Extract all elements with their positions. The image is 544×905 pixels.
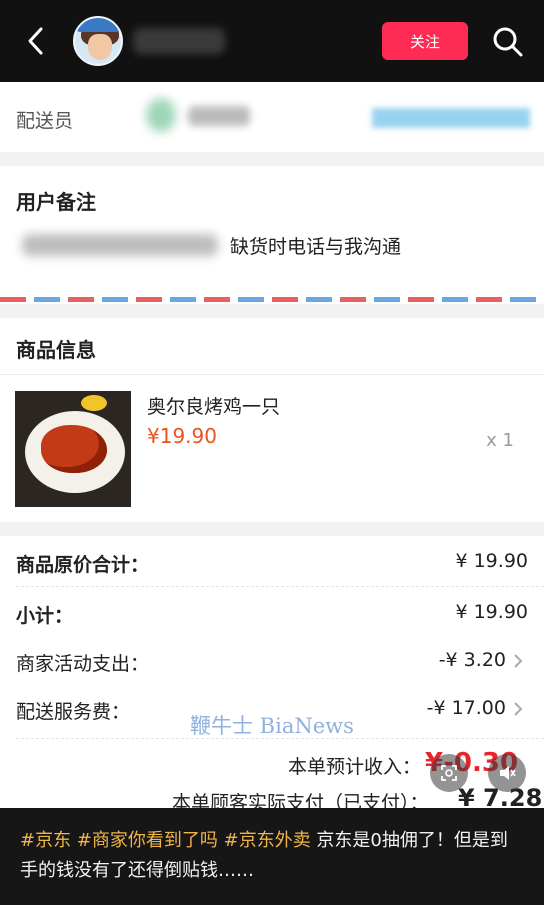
divider: [16, 586, 544, 587]
remark-title: 用户备注: [16, 190, 96, 214]
subtotal-row: 小计： ¥ 19.90: [0, 589, 544, 637]
chevron-right-icon: [514, 702, 523, 716]
remark-text: 缺货时电话与我沟通: [230, 236, 402, 258]
chevron-right-icon: [514, 654, 523, 668]
divider: [0, 374, 544, 375]
blurred-remark-text: [22, 234, 218, 256]
delivery-fee-value: -¥ 17.00: [426, 697, 506, 719]
product-name: 奥尔良烤鸡一只: [147, 396, 281, 418]
subtotal-label: 小计：: [16, 605, 74, 627]
merchant-activity-value: -¥ 3.20: [438, 649, 506, 671]
search-icon: [493, 27, 523, 57]
product-price: ¥19.90: [147, 424, 217, 448]
merchant-activity-label: 商家活动支出：: [16, 653, 150, 675]
blurred-courier-name: [188, 106, 250, 126]
goods-title: 商品信息: [16, 338, 96, 362]
search-button[interactable]: [490, 24, 526, 60]
avatar[interactable]: [73, 16, 123, 66]
merchant-activity-row[interactable]: 商家活动支出： -¥ 3.20: [0, 637, 544, 685]
product-quantity: x 1: [486, 430, 514, 451]
back-arrow-icon: [28, 27, 43, 55]
original-total-value: ¥ 19.90: [455, 550, 528, 572]
follow-button[interactable]: 关注: [382, 22, 468, 60]
caption-hashtags[interactable]: #京东 #商家你看到了吗 #京东外卖: [20, 830, 311, 851]
subtotal-value: ¥ 19.90: [455, 601, 528, 623]
income-label: 本单预计收入：: [288, 756, 422, 778]
courier-section: 配送员: [0, 82, 544, 152]
screenshot-button[interactable]: [430, 754, 468, 792]
delivery-fee-label: 配送服务费：: [16, 701, 131, 723]
blurred-courier-phone: [372, 108, 530, 128]
courier-label: 配送员: [16, 110, 74, 132]
product-image[interactable]: [15, 391, 131, 507]
goods-info-section: 商品信息 奥尔良烤鸡一只 ¥19.90 x 1: [0, 318, 544, 522]
back-button[interactable]: [22, 24, 52, 58]
original-total-row: 商品原价合计： ¥ 19.90: [0, 538, 544, 586]
top-bar: 关注: [0, 0, 544, 82]
screenshot-icon: [441, 765, 457, 781]
airmail-border: [0, 297, 544, 302]
mute-button[interactable]: [488, 754, 526, 792]
blurred-username: [133, 28, 225, 54]
divider: [16, 738, 544, 739]
mute-icon: [500, 766, 516, 780]
original-total-label: 商品原价合计：: [16, 554, 150, 576]
video-caption[interactable]: #京东 #商家你看到了吗 #京东外卖 京东是0抽佣了！但是到手的钱没有了还得倒贴…: [0, 808, 544, 905]
price-summary-section: 商品原价合计： ¥ 19.90 小计： ¥ 19.90 商家活动支出： -¥ 3…: [0, 536, 544, 814]
blurred-courier-avatar: [146, 98, 176, 132]
user-remark-section: 用户备注 缺货时电话与我沟通: [0, 166, 544, 304]
watermark: 鞭牛士 BiaNews: [190, 714, 354, 738]
